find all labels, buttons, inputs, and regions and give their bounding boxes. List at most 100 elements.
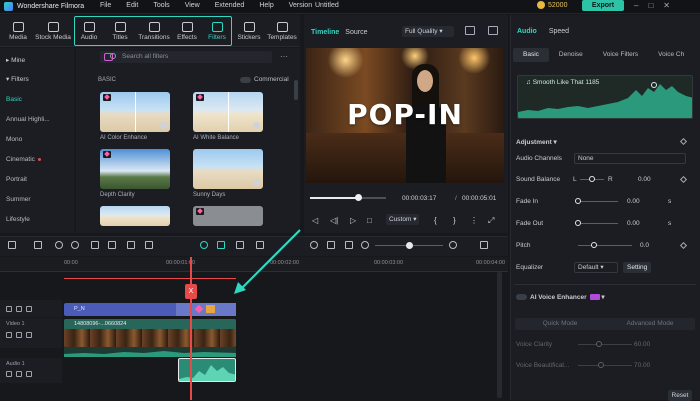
undo-icon[interactable] (55, 241, 63, 249)
speed-icon[interactable] (145, 241, 153, 249)
menu-extended[interactable]: Extended (215, 2, 245, 9)
ai-tool-icon[interactable] (200, 241, 208, 249)
adjustment-header[interactable]: Adjustment ▾ (516, 138, 557, 146)
voice-clarity-slider[interactable] (578, 344, 632, 345)
sidebar-filters[interactable]: ▾ Filters (6, 75, 29, 83)
playhead-handle[interactable]: X (185, 284, 197, 299)
menu-help[interactable]: Help (259, 2, 273, 9)
menu-tools[interactable]: Tools (153, 2, 169, 9)
tab-stock-media[interactable]: Stock Media (33, 15, 73, 47)
voiceover-icon[interactable] (327, 241, 335, 249)
crop-icon[interactable] (127, 241, 135, 249)
download-icon[interactable] (253, 179, 260, 186)
toggle-switch[interactable] (240, 76, 251, 83)
sound-balance-value[interactable]: 0.00 (638, 176, 651, 183)
tab-quick-mode[interactable]: Quick Mode (515, 318, 605, 330)
export-button[interactable]: Export (582, 0, 624, 11)
track-icon[interactable] (6, 306, 12, 312)
quality-dropdown[interactable]: Full Quality ▾ (402, 26, 454, 37)
sidebar-item-mono[interactable]: Mono (6, 136, 22, 143)
tab-source[interactable]: Source (345, 29, 367, 36)
select-icon[interactable] (34, 241, 42, 249)
speaker-icon[interactable] (26, 371, 32, 377)
sidebar-item-basic[interactable]: Basic (6, 96, 22, 103)
slider-knob[interactable] (575, 198, 581, 204)
filter-thumb[interactable] (100, 206, 170, 226)
filter-scrollbar[interactable] (294, 80, 298, 100)
eye-icon[interactable] (26, 332, 32, 338)
lock-icon[interactable] (16, 306, 22, 312)
menu-view[interactable]: View (185, 2, 200, 9)
slider-knob[interactable] (596, 341, 602, 347)
filter-thumb-ai-color-enhance[interactable] (100, 92, 170, 132)
close-icon[interactable]: ✕ (663, 1, 670, 10)
fade-out-slider[interactable] (578, 223, 618, 224)
tab-advanced-mode[interactable]: Advanced Mode (605, 318, 695, 330)
image-icon[interactable] (488, 26, 498, 35)
pitch-value[interactable]: 0.0 (640, 242, 649, 249)
tab-speed[interactable]: Speed (549, 28, 569, 35)
coins-counter[interactable]: 52000 (537, 1, 567, 9)
tab-audio-props[interactable]: Audio (517, 28, 537, 35)
zoom-slider-knob[interactable] (406, 242, 413, 249)
audio-clip[interactable] (178, 358, 236, 382)
snapshot-icon[interactable] (465, 26, 475, 35)
fade-out-value[interactable]: 0.00 (627, 220, 640, 227)
menu-file[interactable]: File (100, 2, 111, 9)
sidebar-item-lifestyle[interactable]: Lifestyle (6, 216, 30, 223)
sidebar-mine[interactable]: ▸ Mine (6, 56, 25, 64)
mark-out-icon[interactable]: } (453, 216, 456, 225)
zoom-dropdown[interactable]: Custom ▾ (386, 214, 419, 225)
redo-icon[interactable] (71, 241, 79, 249)
slider-knob[interactable] (591, 242, 597, 248)
filter-clip[interactable] (176, 303, 236, 316)
mark-in-icon[interactable]: { (434, 216, 437, 225)
render-icon[interactable] (345, 241, 353, 249)
sidebar-item-cinematic[interactable]: Cinematic (6, 156, 41, 163)
step-back-icon[interactable]: ◁| (330, 216, 338, 225)
pitch-slider[interactable] (578, 245, 632, 246)
tab-templates[interactable]: Templates (266, 15, 298, 47)
fullscreen-icon[interactable]: ⤢ (488, 216, 494, 226)
ai-voice-enhancer-toggle[interactable]: AI Voice Enhancer ▾ (516, 293, 605, 301)
snap-icon[interactable] (217, 241, 225, 249)
sidebar-item-annual[interactable]: Annual Highli... (6, 116, 50, 123)
video-preview[interactable]: POP-IN (306, 48, 504, 183)
playhead[interactable] (190, 257, 192, 400)
search-input[interactable]: Search all filters (100, 51, 272, 63)
minimize-icon[interactable]: – (634, 1, 638, 10)
lock-icon[interactable] (16, 332, 22, 338)
layout-icon[interactable] (8, 241, 16, 249)
track-icon[interactable] (6, 371, 12, 377)
player-progress-knob[interactable] (354, 194, 362, 201)
slider-knob[interactable] (598, 362, 604, 368)
reset-button[interactable]: Reset (668, 390, 692, 401)
delete-icon[interactable] (91, 241, 99, 249)
tab-media[interactable]: Media (6, 15, 30, 47)
more-icon[interactable]: ⋮ (470, 216, 478, 225)
download-icon[interactable] (253, 122, 260, 129)
slider-knob[interactable] (589, 176, 595, 182)
filter-thumb-ai-white-balance[interactable] (193, 92, 263, 132)
eye-icon[interactable] (26, 306, 32, 312)
equalizer-dropdown[interactable]: Default ▾ (574, 262, 618, 273)
audio-channels-dropdown[interactable]: None (574, 153, 686, 164)
stop-icon[interactable]: □ (367, 216, 372, 225)
more-icon[interactable]: ··· (280, 52, 288, 61)
toggle-switch[interactable] (516, 294, 527, 301)
maximize-icon[interactable]: □ (648, 1, 653, 10)
zoom-out-icon[interactable] (361, 241, 369, 249)
video-clip[interactable]: 14808096-...0660824 (64, 319, 236, 347)
subtab-basic[interactable]: Basic (513, 48, 549, 62)
filter-thumb-sunny-days[interactable] (193, 149, 263, 189)
commercial-toggle[interactable]: Commercial (240, 76, 289, 83)
download-icon[interactable] (160, 122, 167, 129)
subtab-voice-filters[interactable]: Voice Filters (593, 48, 648, 62)
grid-icon[interactable] (480, 241, 488, 249)
slider-knob[interactable] (575, 220, 581, 226)
menu-version[interactable]: Version (289, 2, 312, 9)
zoom-in-icon[interactable] (449, 241, 457, 249)
sidebar-item-summer[interactable]: Summer (6, 196, 31, 203)
filter-thumb[interactable] (193, 206, 263, 226)
equalizer-setting-button[interactable]: Setting (623, 262, 652, 273)
